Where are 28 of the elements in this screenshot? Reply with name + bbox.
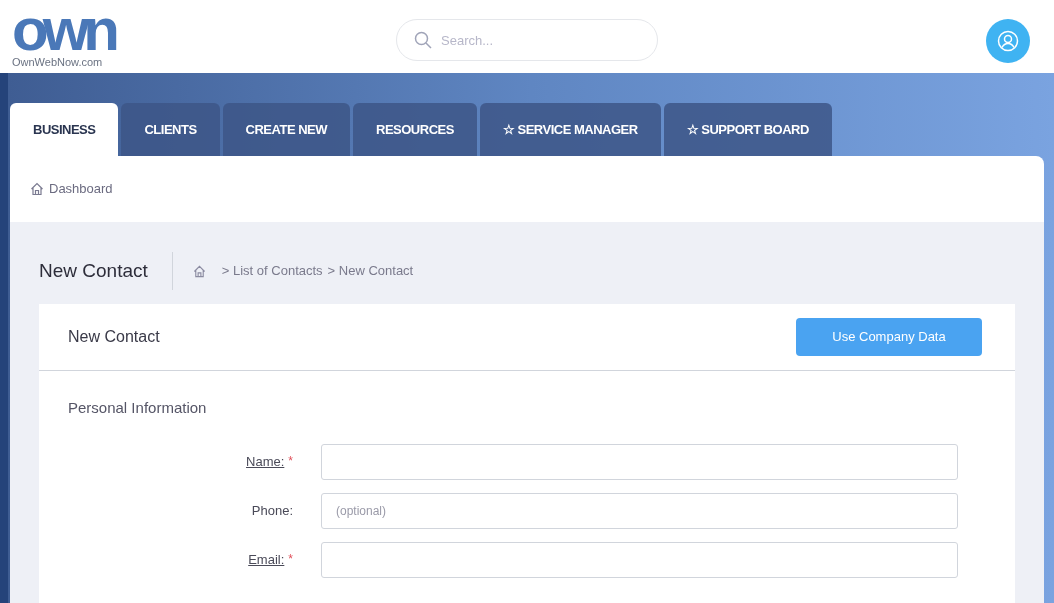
logo-caption: OwnWebNow.com xyxy=(12,54,103,69)
nav-tab[interactable]: ☆ SUPPORT BOARD xyxy=(663,103,832,156)
home-icon xyxy=(30,182,44,196)
page-title: New Contact xyxy=(39,252,173,290)
search-icon xyxy=(414,31,432,49)
card-title: New Contact xyxy=(68,327,160,347)
user-icon xyxy=(997,30,1019,52)
input-field[interactable]: (optional) xyxy=(321,492,958,529)
nav-tab[interactable]: CREATE NEW xyxy=(222,103,351,156)
section-heading: Personal Information xyxy=(68,398,208,418)
nav-tab[interactable]: RESOURCES xyxy=(353,103,477,156)
breadcrumb-link[interactable]: > New Contact xyxy=(327,261,414,281)
search-field[interactable]: Search... xyxy=(396,19,658,61)
required-mark: * xyxy=(288,452,293,470)
nav-tab[interactable]: ☆ SERVICE MANAGER xyxy=(479,103,661,156)
nav-tab[interactable]: CLIENTS xyxy=(121,103,220,156)
nav-tab[interactable]: BUSINESS xyxy=(10,103,119,156)
required-mark: * xyxy=(288,550,293,568)
user-avatar-button[interactable] xyxy=(986,19,1030,63)
home-icon[interactable] xyxy=(192,264,206,278)
input-field[interactable] xyxy=(321,541,958,578)
dashboard-link[interactable]: Dashboard xyxy=(49,179,113,199)
field-label: Email: xyxy=(248,550,285,569)
field-label: Name: xyxy=(246,452,285,471)
logo-mark: own xyxy=(12,4,116,55)
input-field[interactable] xyxy=(321,443,958,480)
field-label: Phone: xyxy=(251,501,293,520)
breadcrumb-link[interactable]: > List of Contacts xyxy=(221,261,323,281)
